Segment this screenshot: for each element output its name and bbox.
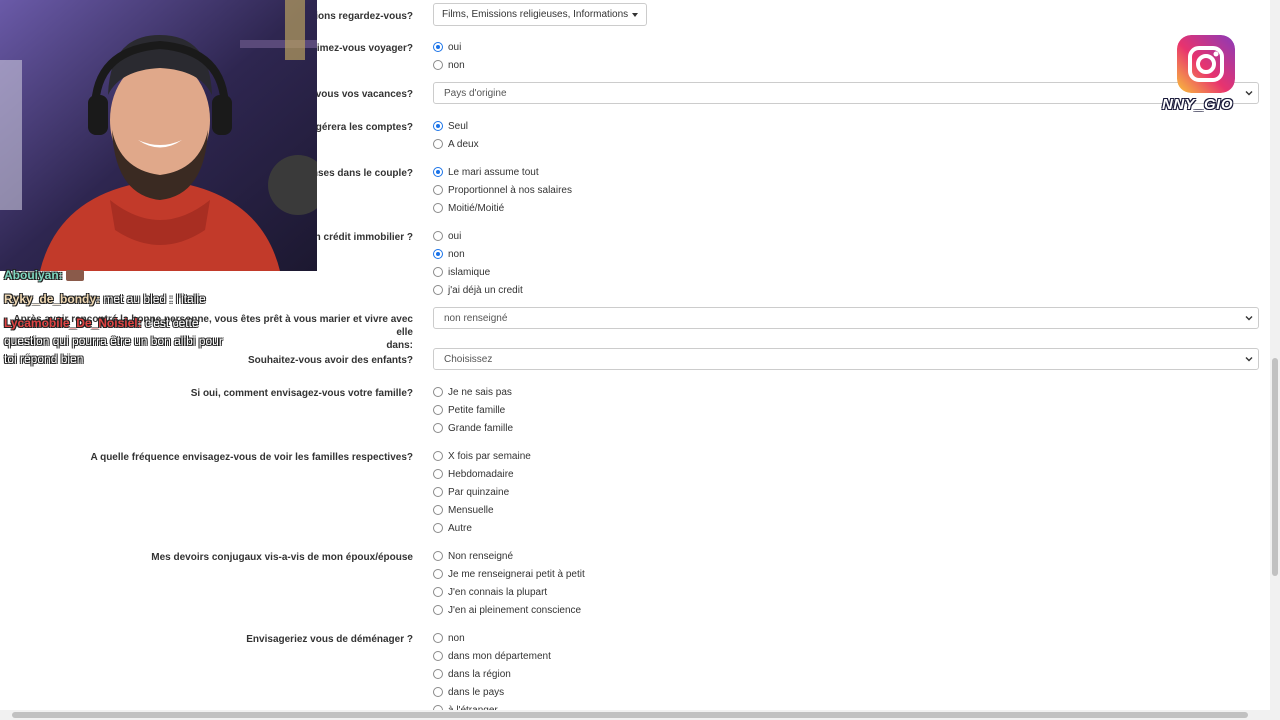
radio-comptes-seul[interactable]: Seul — [433, 119, 468, 133]
radio-icon[interactable] — [433, 651, 443, 661]
radio-dem-pays[interactable]: dans le pays — [433, 685, 504, 699]
radio-freq-hebdo[interactable]: Hebdomadaire — [433, 467, 514, 481]
emote-icon — [66, 270, 85, 282]
radio-dem-region[interactable]: dans la région — [433, 667, 511, 681]
apres-select[interactable]: non renseigné — [433, 307, 1259, 329]
streamer-webcam-image — [0, 0, 317, 271]
radio-credit-deja[interactable]: j'ai déjà un credit — [433, 283, 523, 297]
radio-famille-grande[interactable]: Grande famille — [433, 421, 513, 435]
question-vacances: z-vous vos vacances? — [307, 89, 413, 100]
radio-checked-icon[interactable] — [433, 121, 443, 131]
radio-icon[interactable] — [433, 405, 443, 415]
radio-famille-nsp[interactable]: Je ne sais pas — [433, 385, 512, 399]
horizontal-scroll-thumb[interactable] — [12, 712, 1248, 718]
vacances-select[interactable]: Pays d'origine — [433, 82, 1259, 104]
chat-message-continuation: toi répond bien — [4, 352, 84, 366]
radio-icon[interactable] — [433, 423, 443, 433]
radio-icon[interactable] — [433, 551, 443, 561]
radio-checked-icon[interactable] — [433, 167, 443, 177]
chat-message: Ryky_de_bondy: met au bled : l'italie — [4, 292, 206, 306]
radio-devoirs-conscience[interactable]: J'en ai pleinement conscience — [433, 603, 581, 617]
radio-credit-islamique[interactable]: islamique — [433, 265, 490, 279]
chevron-down-icon — [1245, 91, 1253, 96]
radio-icon[interactable] — [433, 387, 443, 397]
vertical-scroll-thumb[interactable] — [1272, 358, 1278, 576]
radio-dem-non[interactable]: non — [433, 631, 465, 645]
question-depenses: enses dans le couple? — [306, 168, 413, 179]
chevron-down-icon — [1245, 357, 1253, 362]
tv-dropdown-label: Films, Emissions religieuses, Informatio… — [442, 9, 629, 20]
radio-travel-oui[interactable]: oui — [433, 40, 461, 54]
radio-depenses-proportionnel[interactable]: Proportionnel à nos salaires — [433, 183, 572, 197]
radio-devoirs-petit[interactable]: Je me renseignerai petit à petit — [433, 567, 585, 581]
radio-depenses-moitie[interactable]: Moitié/Moitié — [433, 201, 504, 215]
radio-freq-quinzaine[interactable]: Par quinzaine — [433, 485, 509, 499]
radio-icon[interactable] — [433, 523, 443, 533]
radio-freq-autre[interactable]: Autre — [433, 521, 472, 535]
radio-freq-mensuelle[interactable]: Mensuelle — [433, 503, 494, 517]
radio-depenses-mari[interactable]: Le mari assume tout — [433, 165, 539, 179]
radio-icon[interactable] — [433, 587, 443, 597]
question-demenager: Envisageriez vous de déménager ? — [246, 634, 413, 645]
question-frequence: A quelle fréquence envisagez-vous de voi… — [90, 452, 413, 463]
radio-icon[interactable] — [433, 669, 443, 679]
chat-message: Abouiyan: — [4, 266, 85, 284]
question-famille: Si oui, comment envisagez-vous votre fam… — [190, 388, 413, 399]
radio-icon[interactable] — [433, 139, 443, 149]
radio-icon[interactable] — [433, 505, 443, 515]
radio-icon[interactable] — [433, 687, 443, 697]
chevron-down-icon — [1245, 316, 1253, 321]
question-enfants: Souhaitez-vous avoir des enfants? — [247, 355, 413, 366]
radio-famille-petite[interactable]: Petite famille — [433, 403, 505, 417]
chat-message: Lycamobile_De_Noisiel: c'est cette — [4, 316, 199, 330]
radio-travel-non[interactable]: non — [433, 58, 465, 72]
question-tv: sions regardez-vous? — [309, 11, 413, 22]
radio-icon[interactable] — [433, 605, 443, 615]
question-comptes: i gérera les comptes? — [310, 122, 413, 133]
radio-icon[interactable] — [433, 203, 443, 213]
radio-credit-oui[interactable]: oui — [433, 229, 461, 243]
radio-icon[interactable] — [433, 285, 443, 295]
tv-dropdown-button[interactable]: Films, Emissions religieuses, Informatio… — [433, 3, 648, 26]
radio-icon[interactable] — [433, 231, 443, 241]
radio-devoirs-plupart[interactable]: J'en connais la plupart — [433, 585, 547, 599]
caret-down-icon — [632, 12, 639, 17]
radio-devoirs-nr[interactable]: Non renseigné — [433, 549, 513, 563]
radio-icon[interactable] — [433, 633, 443, 643]
radio-checked-icon[interactable] — [433, 249, 443, 259]
horizontal-scrollbar[interactable] — [0, 710, 1280, 720]
radio-icon[interactable] — [433, 569, 443, 579]
enfants-select[interactable]: Choisissez — [433, 348, 1259, 370]
chat-message-continuation: question qui pourra être un bon alibi po… — [4, 334, 223, 348]
radio-icon[interactable] — [433, 487, 443, 497]
radio-checked-icon[interactable] — [433, 42, 443, 52]
radio-comptes-adeux[interactable]: A deux — [433, 137, 479, 151]
radio-icon[interactable] — [433, 60, 443, 70]
question-devoirs: Mes devoirs conjugaux vis-a-vis de mon é… — [151, 552, 413, 563]
question-credit: un crédit immobilier ? — [308, 232, 413, 243]
radio-freq-xfois[interactable]: X fois par semaine — [433, 449, 531, 463]
question-travel: Aimez-vous voyager? — [309, 43, 413, 54]
instagram-handle: NNY_GIO — [1162, 96, 1234, 113]
radio-credit-non[interactable]: non — [433, 247, 465, 261]
vertical-scrollbar[interactable] — [1270, 0, 1280, 710]
radio-icon[interactable] — [433, 469, 443, 479]
radio-icon[interactable] — [433, 267, 443, 277]
radio-icon[interactable] — [433, 451, 443, 461]
radio-dem-departement[interactable]: dans mon département — [433, 649, 551, 663]
radio-icon[interactable] — [433, 185, 443, 195]
webcam-overlay — [0, 0, 317, 271]
instagram-icon — [1177, 35, 1235, 93]
